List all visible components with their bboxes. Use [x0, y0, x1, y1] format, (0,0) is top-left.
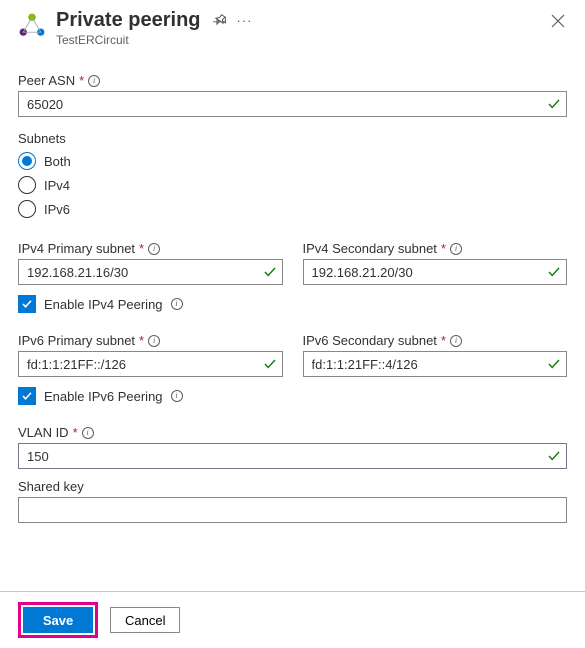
required-indicator: *	[73, 425, 78, 440]
ipv6-primary-label: IPv6 Primary subnet	[18, 333, 135, 348]
info-icon[interactable]: i	[88, 75, 100, 87]
ipv6-secondary-field: IPv6 Secondary subnet * i	[303, 333, 568, 377]
save-button[interactable]: Save	[23, 607, 93, 633]
peer-asn-field: Peer ASN * i	[18, 73, 567, 117]
required-indicator: *	[139, 241, 144, 256]
highlight-box: Save	[18, 602, 98, 638]
checkbox-icon	[18, 387, 36, 405]
ipv4-primary-input[interactable]	[18, 259, 283, 285]
shared-key-field: Shared key	[18, 479, 567, 523]
radio-icon	[18, 200, 36, 218]
enable-ipv6-label: Enable IPv6 Peering	[44, 389, 163, 404]
close-button[interactable]	[549, 12, 567, 33]
vlan-id-label: VLAN ID	[18, 425, 69, 440]
blade-header: Private peering ··· TestERCircuit	[18, 8, 567, 47]
ipv6-primary-input[interactable]	[18, 351, 283, 377]
info-icon[interactable]: i	[148, 335, 160, 347]
peer-asn-input[interactable]	[18, 91, 567, 117]
ipv4-secondary-field: IPv4 Secondary subnet * i	[303, 241, 568, 285]
ipv6-primary-field: IPv6 Primary subnet * i	[18, 333, 283, 377]
subnets-option-ipv4[interactable]: IPv4	[18, 173, 567, 197]
enable-ipv4-label: Enable IPv4 Peering	[44, 297, 163, 312]
radio-label: IPv6	[44, 202, 70, 217]
ipv6-secondary-input[interactable]	[303, 351, 568, 377]
ipv6-secondary-label: IPv6 Secondary subnet	[303, 333, 437, 348]
blade-subtitle: TestERCircuit	[56, 33, 539, 47]
ipv4-secondary-label: IPv4 Secondary subnet	[303, 241, 437, 256]
blade-footer: Save Cancel	[0, 591, 585, 648]
radio-label: Both	[44, 154, 71, 169]
vlan-id-input[interactable]	[18, 443, 567, 469]
enable-ipv4-checkbox[interactable]: Enable IPv4 Peering i	[18, 295, 567, 313]
subnets-option-both[interactable]: Both	[18, 149, 567, 173]
required-indicator: *	[79, 73, 84, 88]
required-indicator: *	[139, 333, 144, 348]
ipv4-primary-field: IPv4 Primary subnet * i	[18, 241, 283, 285]
info-icon[interactable]: i	[148, 243, 160, 255]
more-icon[interactable]: ···	[237, 13, 253, 28]
close-icon	[551, 14, 565, 28]
ipv4-primary-label: IPv4 Primary subnet	[18, 241, 135, 256]
radio-label: IPv4	[44, 178, 70, 193]
enable-ipv6-checkbox[interactable]: Enable IPv6 Peering i	[18, 387, 567, 405]
info-icon[interactable]: i	[171, 298, 183, 310]
info-icon[interactable]: i	[450, 243, 462, 255]
info-icon[interactable]: i	[82, 427, 94, 439]
peering-resource-icon	[18, 12, 46, 40]
pin-icon[interactable]	[213, 13, 227, 27]
required-indicator: *	[441, 333, 446, 348]
shared-key-label: Shared key	[18, 479, 84, 494]
blade-title: Private peering	[56, 8, 201, 32]
subnets-option-ipv6[interactable]: IPv6	[18, 197, 567, 221]
radio-icon	[18, 152, 36, 170]
shared-key-input[interactable]	[18, 497, 567, 523]
vlan-id-field: VLAN ID * i	[18, 425, 567, 469]
radio-icon	[18, 176, 36, 194]
cancel-button[interactable]: Cancel	[110, 607, 180, 633]
ipv4-secondary-input[interactable]	[303, 259, 568, 285]
subnets-field: Subnets Both IPv4 IPv6	[18, 131, 567, 221]
peer-asn-label: Peer ASN	[18, 73, 75, 88]
required-indicator: *	[441, 241, 446, 256]
info-icon[interactable]: i	[171, 390, 183, 402]
info-icon[interactable]: i	[450, 335, 462, 347]
subnets-label: Subnets	[18, 131, 66, 146]
checkbox-icon	[18, 295, 36, 313]
